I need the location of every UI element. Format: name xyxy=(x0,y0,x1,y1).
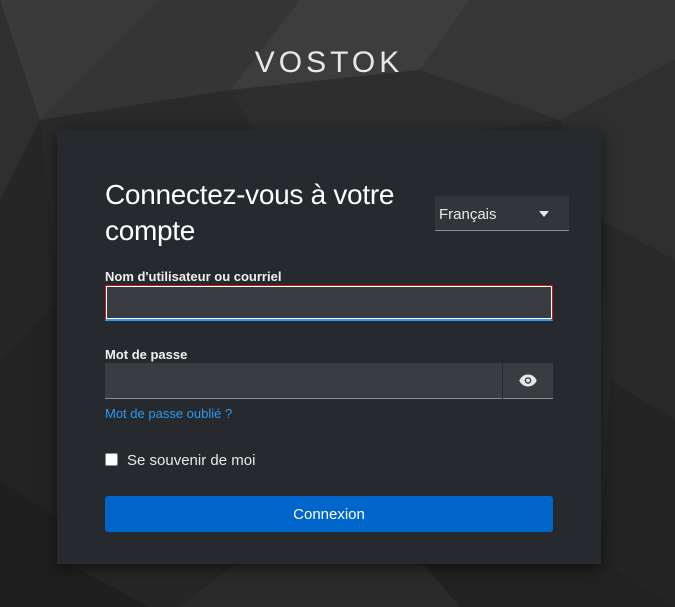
page-title: Connectez-vous à votre compte xyxy=(105,179,395,246)
password-input[interactable] xyxy=(105,363,502,399)
caret-down-icon xyxy=(539,211,549,217)
username-label: Nom d'utilisateur ou courriel xyxy=(105,269,282,284)
username-input[interactable] xyxy=(105,285,553,321)
forgot-password-link[interactable]: Mot de passe oublié ? xyxy=(105,406,232,421)
password-label: Mot de passe xyxy=(105,347,188,362)
language-select-value: Français xyxy=(439,206,497,223)
login-card: Connectez-vous à votre compte Français N… xyxy=(57,130,601,564)
remember-me-label[interactable]: Se souvenir de moi xyxy=(127,452,255,469)
language-select[interactable]: Français xyxy=(435,196,569,231)
brand-logo: VOSTOK xyxy=(254,46,404,79)
show-password-button[interactable] xyxy=(503,363,553,399)
remember-me-checkbox[interactable] xyxy=(105,453,118,466)
login-button[interactable]: Connexion xyxy=(105,496,553,532)
eye-icon xyxy=(519,374,537,387)
